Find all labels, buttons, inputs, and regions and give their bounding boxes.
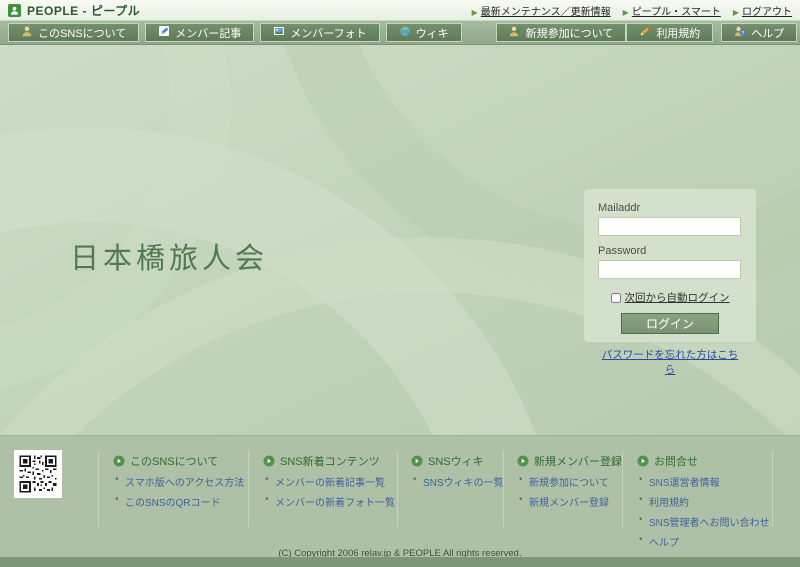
play-circle-icon: [411, 455, 423, 467]
footer-divider: [622, 451, 623, 527]
footer-link-about-join[interactable]: 新規参加について: [517, 474, 622, 489]
footer-link-sns-qr-code[interactable]: このSNSのQRコード: [113, 494, 244, 509]
forgot-password-row: パスワードを忘れた方はこちら: [598, 347, 742, 377]
footer-link-contact-admin[interactable]: SNS管理者へお問い合わせ: [637, 514, 770, 529]
forgot-password-link[interactable]: パスワードを忘れた方はこちら: [602, 349, 739, 376]
site-logo-home-link[interactable]: PEOPLE - ピープル: [8, 2, 140, 19]
play-circle-icon: [113, 455, 125, 467]
nav-button-wiki[interactable]: ウィキ: [386, 23, 462, 42]
footer-column-title: SNSウィキ: [428, 453, 484, 469]
nav-button-terms[interactable]: 利用規約: [626, 23, 713, 42]
community-title: 日本橋旅人会: [70, 235, 268, 277]
footer-divider: [772, 451, 773, 527]
note-pencil-icon: [158, 25, 170, 40]
login-panel: Mailaddr Password 次回から自動ログイン ログイン パスワードを…: [584, 189, 756, 342]
auto-login-label[interactable]: 次回から自動ログイン: [625, 290, 730, 305]
footer-link-member-register[interactable]: 新規メンバー登録: [517, 494, 622, 509]
nav-button-about-sns[interactable]: このSNSについて: [8, 23, 139, 42]
top-links: 最新メンテナンス／更新情報 ピープル・スマート ログアウト: [472, 3, 792, 18]
footer-column-header: SNS新着コンテンツ: [263, 453, 395, 469]
footer-column-contact: お問合せ SNS運営者情報 利用規約 SNS管理者へお問い合わせ ヘルプ: [637, 453, 770, 549]
mailaddr-label: Mailaddr: [598, 202, 742, 214]
nav-button-member-photos[interactable]: メンバーフォト: [260, 23, 379, 42]
person-add-icon: [509, 25, 521, 40]
main-nav-bar: このSNSについて メンバー記事 メンバーフォト ウィキ 新規参加について: [0, 21, 800, 45]
help-icon: ?: [734, 25, 746, 40]
site-title: PEOPLE - ピープル: [27, 2, 140, 19]
photo-icon: [273, 25, 285, 40]
auto-login-checkbox[interactable]: [611, 293, 621, 303]
footer-link-help[interactable]: ヘルプ: [637, 534, 770, 549]
footer-column-title: お問合せ: [654, 453, 698, 469]
person-icon: [21, 25, 33, 40]
footer-divider: [98, 451, 99, 527]
footer-link-new-articles[interactable]: メンバーの新着記事一覧: [263, 474, 395, 489]
nav-button-help[interactable]: ? ヘルプ: [721, 23, 797, 42]
nav-button-label: ウィキ: [416, 25, 449, 41]
password-input[interactable]: [598, 260, 741, 279]
top-link-logout[interactable]: ログアウト: [733, 3, 792, 18]
footer-link-terms[interactable]: 利用規約: [637, 494, 770, 509]
main-content: 日本橋旅人会 Mailaddr Password 次回から自動ログイン ログイン…: [0, 45, 800, 435]
qr-code-image: [14, 450, 62, 498]
footer-column-header: SNSウィキ: [411, 453, 504, 469]
footer-column-title: このSNSについて: [130, 453, 218, 469]
svg-text:?: ?: [741, 31, 744, 37]
bottom-strip: [0, 557, 800, 567]
footer-column-new-member: 新規メンバー登録 新規参加について 新規メンバー登録: [517, 453, 622, 509]
nav-button-new-join[interactable]: 新規参加について: [496, 23, 627, 42]
footer-column-header: このSNSについて: [113, 453, 244, 469]
auto-login-row: 次回から自動ログイン: [598, 290, 742, 305]
nav-button-label: このSNSについて: [38, 25, 126, 41]
footer-column-title: 新規メンバー登録: [534, 453, 622, 469]
footer-divider: [397, 451, 398, 527]
top-link-maintenance[interactable]: 最新メンテナンス／更新情報: [472, 3, 611, 18]
footer: このSNSについて スマホ版へのアクセス方法 このSNSのQRコード SNS新着…: [0, 435, 800, 557]
footer-column-sns-wiki: SNSウィキ SNSウィキの一覧: [411, 453, 504, 489]
nav-button-label: ヘルプ: [751, 25, 784, 41]
login-button[interactable]: ログイン: [621, 313, 719, 334]
top-bar: PEOPLE - ピープル 最新メンテナンス／更新情報 ピープル・スマート ログ…: [0, 0, 800, 21]
footer-link-wiki-list[interactable]: SNSウィキの一覧: [411, 474, 504, 489]
play-circle-icon: [637, 455, 649, 467]
nav-group-right: 利用規約 ? ヘルプ: [626, 23, 797, 42]
footer-link-new-photos[interactable]: メンバーの新着フォト一覧: [263, 494, 395, 509]
footer-column-header: 新規メンバー登録: [517, 453, 622, 469]
nav-button-member-articles[interactable]: メンバー記事: [145, 23, 254, 42]
nav-button-label: メンバーフォト: [290, 25, 366, 41]
footer-column-title: SNS新着コンテンツ: [280, 453, 380, 469]
footer-column-new-contents: SNS新着コンテンツ メンバーの新着記事一覧 メンバーの新着フォト一覧: [263, 453, 395, 509]
footer-link-operator-info[interactable]: SNS運営者情報: [637, 474, 770, 489]
globe-icon: [399, 25, 411, 40]
top-link-people-smart[interactable]: ピープル・スマート: [623, 3, 721, 18]
nav-button-label: 新規参加について: [526, 25, 614, 41]
nav-group-left: このSNSについて メンバー記事 メンバーフォト ウィキ 新規参加について: [8, 23, 626, 42]
nav-button-label: 利用規約: [656, 25, 700, 41]
footer-column-about-sns: このSNSについて スマホ版へのアクセス方法 このSNSのQRコード: [113, 453, 244, 509]
footer-divider: [248, 451, 249, 527]
people-logo-icon: [8, 4, 21, 17]
footer-link-smartphone-access[interactable]: スマホ版へのアクセス方法: [113, 474, 244, 489]
pencil-icon: [639, 25, 651, 40]
nav-button-label: メンバー記事: [175, 25, 241, 41]
play-circle-icon: [517, 455, 529, 467]
password-label: Password: [598, 245, 742, 257]
mailaddr-input[interactable]: [598, 217, 741, 236]
footer-column-header: お問合せ: [637, 453, 770, 469]
play-circle-icon: [263, 455, 275, 467]
